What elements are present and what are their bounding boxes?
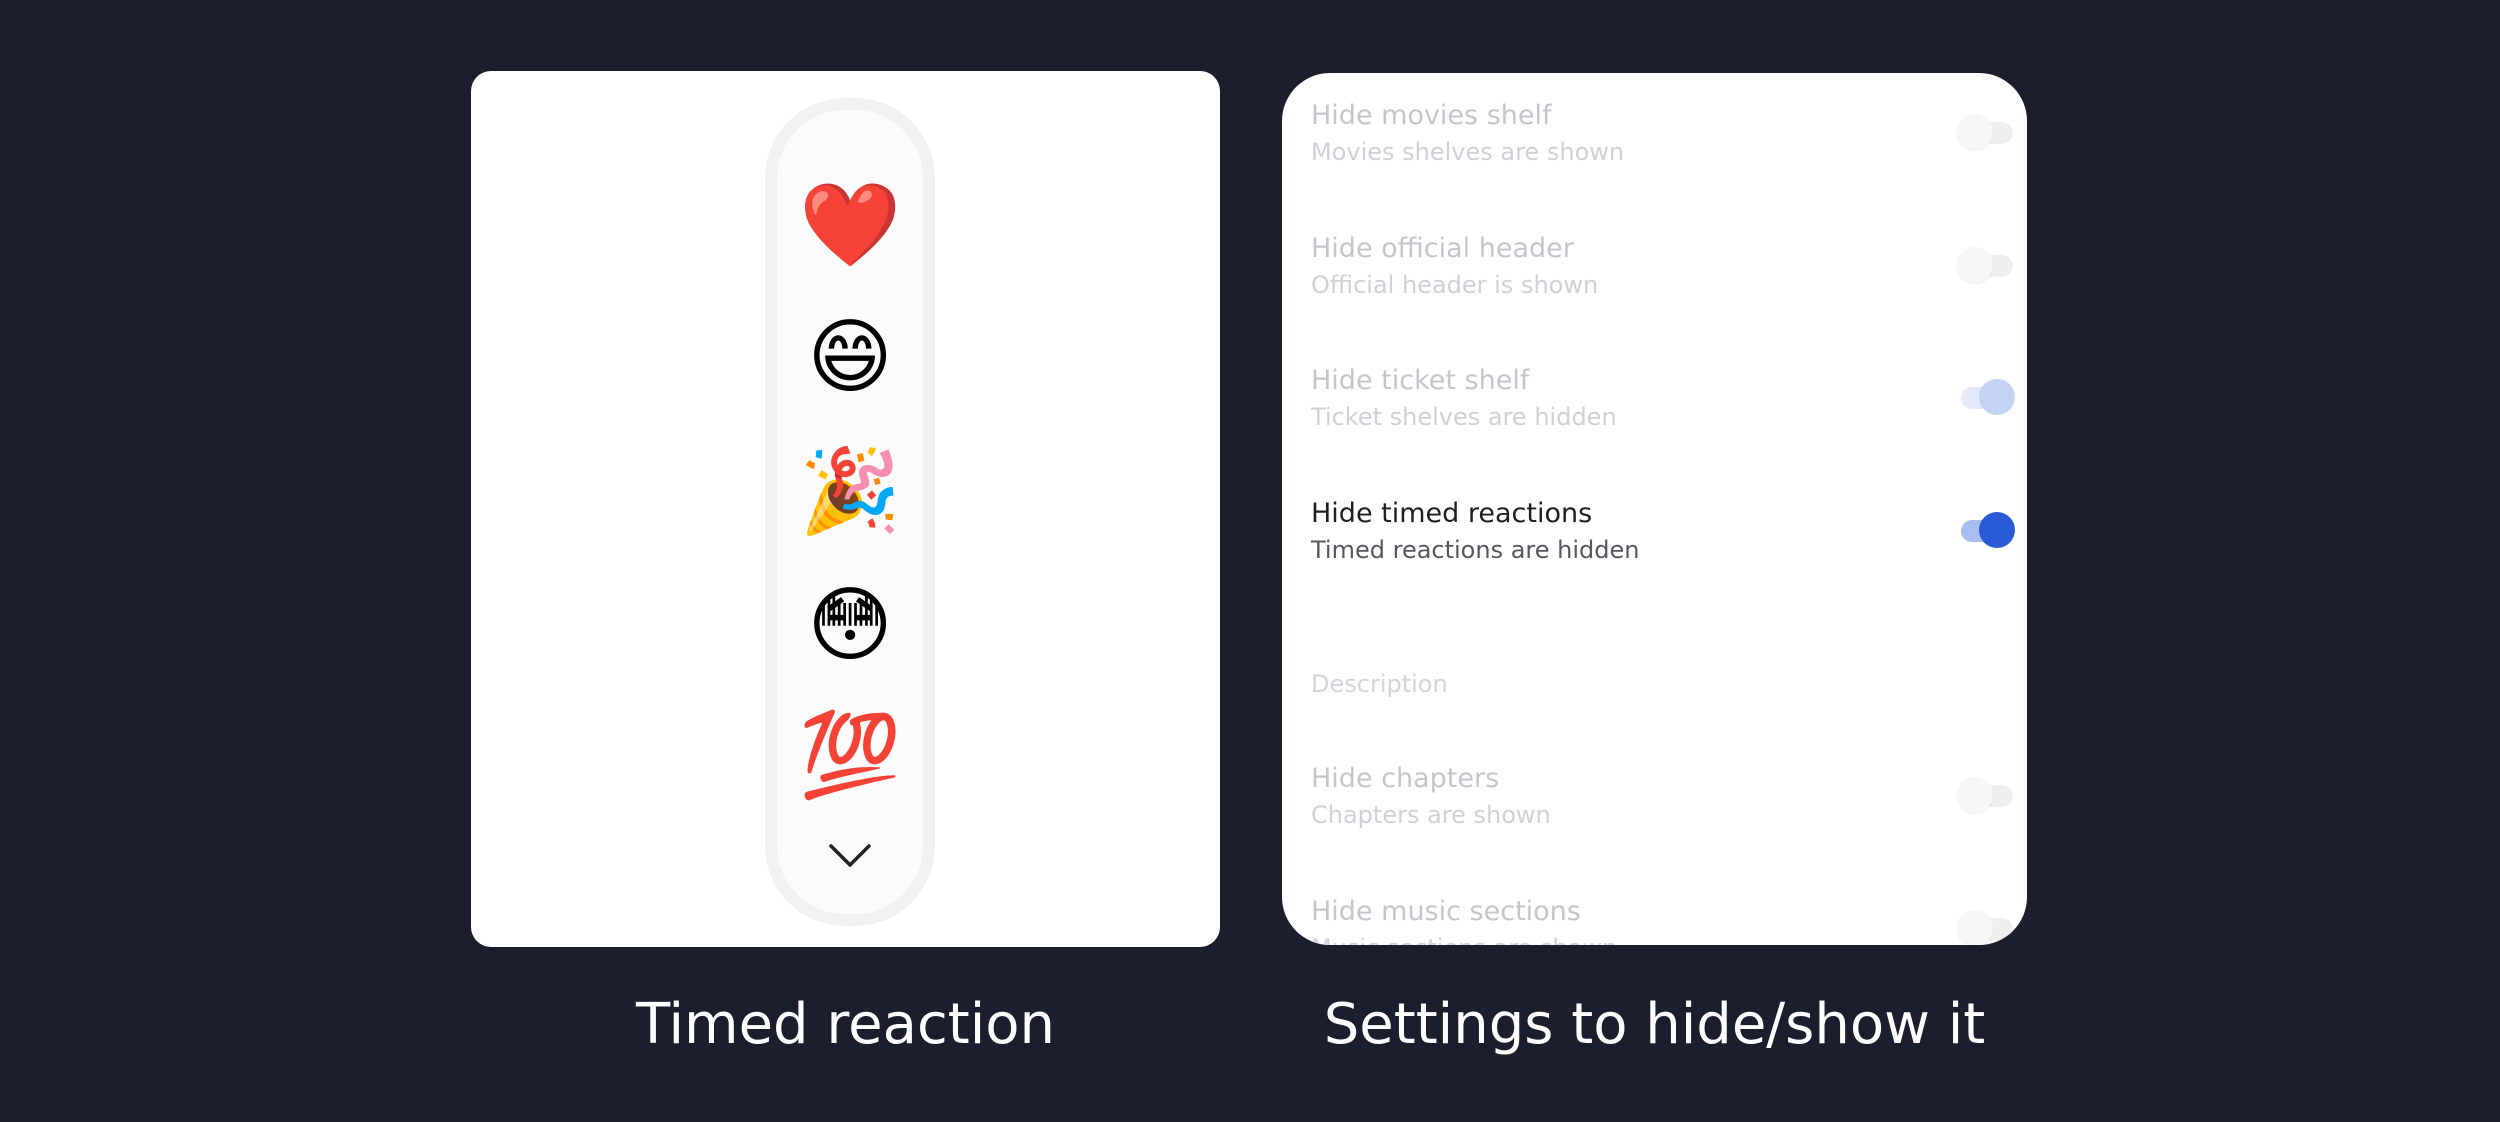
toggle-thumb bbox=[1957, 114, 1993, 150]
party-popper-icon[interactable]: 🎉 bbox=[777, 442, 923, 542]
setting-subtitle: Chapters are shown bbox=[1311, 801, 1551, 829]
setting-title: Hide timed reactions bbox=[1311, 498, 1593, 529]
toggle-switch[interactable] bbox=[1957, 512, 2015, 548]
setting-subtitle: Official header is shown bbox=[1311, 271, 1599, 299]
timed-reaction-card: ❤️ 😄 🎉 😳 💯 bbox=[471, 71, 1220, 947]
reaction-bar: ❤️ 😄 🎉 😳 💯 bbox=[765, 98, 935, 926]
setting-title: Hide music sections bbox=[1311, 896, 1581, 927]
settings-card: Hide movies shelf Movies shelves are sho… bbox=[1282, 73, 2027, 945]
caption-settings: Settings to hide/show it bbox=[1323, 992, 1986, 1057]
setting-title: Hide ticket shelf bbox=[1311, 365, 1530, 396]
toggle-thumb bbox=[1957, 247, 1993, 283]
toggle-switch[interactable] bbox=[1957, 379, 2015, 415]
toggle-thumb bbox=[1979, 512, 2015, 548]
setting-title: Hide official header bbox=[1311, 233, 1574, 264]
setting-subtitle: Timed reactions are hidden bbox=[1311, 536, 1640, 564]
toggle-switch[interactable] bbox=[1957, 777, 2013, 813]
toggle-thumb bbox=[1957, 910, 1993, 945]
toggle-switch[interactable] bbox=[1957, 114, 2013, 150]
chevron-down-icon[interactable] bbox=[825, 840, 875, 870]
setting-hide-music-sections[interactable]: Hide music sections Music sections are s… bbox=[1311, 896, 2027, 945]
toggle-switch[interactable] bbox=[1957, 247, 2013, 283]
setting-title: Hide chapters bbox=[1311, 763, 1500, 794]
flushed-face-icon[interactable]: 😳 bbox=[777, 576, 923, 676]
setting-hide-timed-reactions[interactable]: Hide timed reactions Timed reactions are… bbox=[1311, 498, 2027, 608]
setting-subtitle: Music sections are shown bbox=[1311, 934, 1617, 945]
grinning-face-icon[interactable]: 😄 bbox=[777, 308, 923, 408]
setting-subtitle: Movies shelves are shown bbox=[1311, 138, 1625, 166]
section-header-description: Description bbox=[1311, 670, 1448, 698]
setting-hide-chapters[interactable]: Hide chapters Chapters are shown bbox=[1311, 763, 2027, 873]
setting-hide-movies-shelf[interactable]: Hide movies shelf Movies shelves are sho… bbox=[1311, 100, 2027, 210]
toggle-thumb bbox=[1979, 379, 2015, 415]
toggle-switch[interactable] bbox=[1957, 910, 2013, 945]
setting-hide-official-header[interactable]: Hide official header Official header is … bbox=[1311, 233, 2027, 343]
hundred-points-icon[interactable]: 💯 bbox=[777, 706, 923, 806]
red-heart-icon[interactable]: ❤️ bbox=[777, 176, 923, 276]
caption-timed-reaction: Timed reaction bbox=[635, 992, 1055, 1057]
setting-subtitle: Ticket shelves are hidden bbox=[1311, 403, 1617, 431]
setting-hide-ticket-shelf[interactable]: Hide ticket shelf Ticket shelves are hid… bbox=[1311, 365, 2027, 475]
toggle-thumb bbox=[1957, 777, 1993, 813]
setting-title: Hide movies shelf bbox=[1311, 100, 1552, 131]
